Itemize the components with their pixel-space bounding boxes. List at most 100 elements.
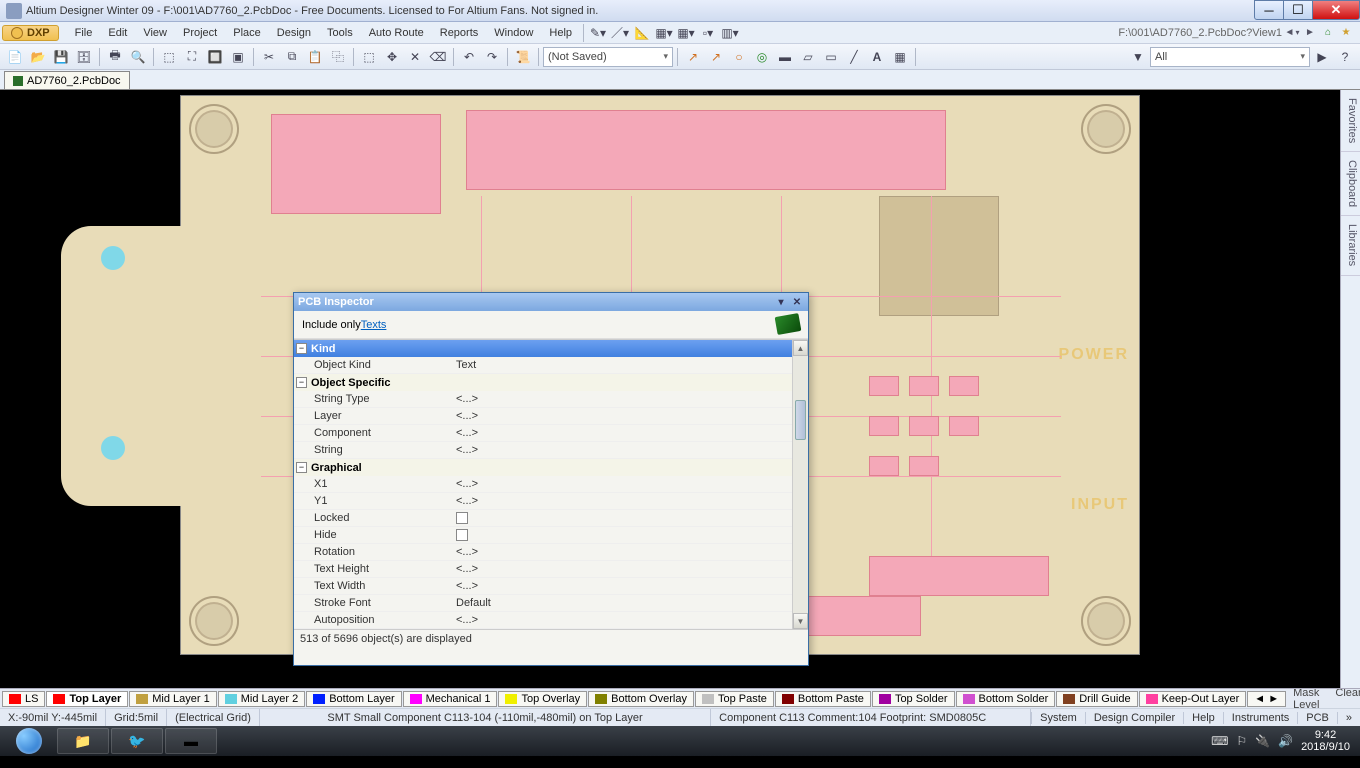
start-button[interactable] bbox=[2, 727, 56, 755]
filter-combo[interactable]: All bbox=[1150, 47, 1310, 67]
layer-tab[interactable]: Bottom Layer bbox=[306, 691, 401, 707]
panel-pcb[interactable]: PCB bbox=[1297, 712, 1337, 724]
menu-window[interactable]: Window bbox=[486, 25, 541, 41]
layer-tab[interactable]: Mid Layer 2 bbox=[218, 691, 305, 707]
toolbar-pencil-icon[interactable]: ✎▾ bbox=[587, 22, 609, 44]
scroll-down-icon[interactable]: ▼ bbox=[793, 613, 808, 629]
zoom-100-icon[interactable]: ▣ bbox=[227, 46, 249, 68]
window-close-button[interactable]: ✕ bbox=[1312, 0, 1360, 20]
menu-help[interactable]: Help bbox=[541, 25, 580, 41]
prop-row-rotation[interactable]: Rotation<...> bbox=[294, 544, 792, 561]
open-icon[interactable]: 📂 bbox=[27, 46, 49, 68]
zoom-sel-icon[interactable]: 🔲 bbox=[204, 46, 226, 68]
inspector-close-icon[interactable]: ✕ bbox=[790, 295, 804, 309]
prop-row-autoposition[interactable]: Autoposition<...> bbox=[294, 612, 792, 629]
layer-tab[interactable]: Bottom Overlay bbox=[588, 691, 694, 707]
route2-icon[interactable]: ↗ bbox=[705, 46, 727, 68]
prop-row-hide[interactable]: Hide bbox=[294, 527, 792, 544]
prop-row-component[interactable]: Component<...> bbox=[294, 425, 792, 442]
tray-clock[interactable]: 9:42 2018/9/10 bbox=[1301, 729, 1350, 753]
cut-icon[interactable]: ✂ bbox=[258, 46, 280, 68]
taskbar-item-altium[interactable]: ▬ bbox=[165, 728, 217, 754]
saveall-icon[interactable]: 🗄 bbox=[73, 46, 95, 68]
preview-icon[interactable]: 🔍 bbox=[127, 46, 149, 68]
tray-volume-icon[interactable]: 🔊 bbox=[1278, 734, 1293, 748]
layer-tab[interactable]: Top Overlay bbox=[498, 691, 587, 707]
save-icon[interactable]: 💾 bbox=[50, 46, 72, 68]
comp-icon[interactable]: ▦ bbox=[889, 46, 911, 68]
sidetab-clipboard[interactable]: Clipboard bbox=[1341, 152, 1360, 216]
nav-fav-icon[interactable]: ★ bbox=[1338, 25, 1354, 41]
tray-flag-icon[interactable]: ⚐ bbox=[1236, 734, 1247, 748]
duplicate-icon[interactable]: ⿻ bbox=[327, 46, 349, 68]
print-icon[interactable]: 🖶 bbox=[104, 46, 126, 68]
inspector-include-link[interactable]: Texts bbox=[361, 319, 387, 331]
filter-help-icon[interactable]: ? bbox=[1334, 46, 1356, 68]
collapse-icon[interactable]: − bbox=[296, 343, 307, 354]
panel-instruments[interactable]: Instruments bbox=[1223, 712, 1297, 724]
sidetab-libraries[interactable]: Libraries bbox=[1341, 216, 1360, 275]
layer-tab[interactable]: Bottom Paste bbox=[775, 691, 871, 707]
new-doc-icon[interactable]: 📄 bbox=[4, 46, 26, 68]
toolbar-line-icon[interactable]: ／▾ bbox=[609, 22, 631, 44]
move-icon[interactable]: ✥ bbox=[381, 46, 403, 68]
panel-design-compiler[interactable]: Design Compiler bbox=[1085, 712, 1183, 724]
panel-system[interactable]: System bbox=[1031, 712, 1085, 724]
collapse-icon[interactable]: − bbox=[296, 462, 307, 473]
layer-tab[interactable]: Mid Layer 1 bbox=[129, 691, 216, 707]
filter-apply-icon[interactable]: ▶ bbox=[1311, 46, 1333, 68]
tray-network-icon[interactable]: 🔌 bbox=[1255, 734, 1270, 748]
menu-tools[interactable]: Tools bbox=[319, 25, 361, 41]
filter-funnel-icon[interactable]: ▼ bbox=[1127, 46, 1149, 68]
region-icon[interactable]: ▭ bbox=[820, 46, 842, 68]
toolbar-grid-icon[interactable]: ▦▾ bbox=[675, 22, 697, 44]
prop-row-string-type[interactable]: String Type<...> bbox=[294, 391, 792, 408]
menu-file[interactable]: File bbox=[67, 25, 101, 41]
checkbox[interactable] bbox=[456, 512, 468, 524]
paste-icon[interactable]: 📋 bbox=[304, 46, 326, 68]
menu-design[interactable]: Design bbox=[269, 25, 319, 41]
sidetab-favorites[interactable]: Favorites bbox=[1341, 90, 1360, 152]
snapshot-combo[interactable]: (Not Saved) bbox=[543, 47, 673, 67]
layer-nav[interactable]: ◄ ► bbox=[1247, 691, 1286, 707]
nav-home-icon[interactable]: ⌂ bbox=[1320, 25, 1336, 41]
layer-tab[interactable]: Drill Guide bbox=[1056, 691, 1137, 707]
poly-icon[interactable]: ▱ bbox=[797, 46, 819, 68]
menu-edit[interactable]: Edit bbox=[100, 25, 135, 41]
deselect-icon[interactable]: ✕ bbox=[404, 46, 426, 68]
redo-icon[interactable]: ↷ bbox=[481, 46, 503, 68]
pcb-canvas[interactable]: POWER INPUT bbox=[0, 90, 1340, 688]
scroll-thumb[interactable] bbox=[795, 400, 806, 440]
prop-row-object-kind[interactable]: Object KindText bbox=[294, 357, 792, 374]
category-graphical[interactable]: −Graphical bbox=[294, 459, 792, 476]
route-icon[interactable]: ↗ bbox=[682, 46, 704, 68]
layer-tab[interactable]: Bottom Solder bbox=[956, 691, 1056, 707]
prop-row-layer[interactable]: Layer<...> bbox=[294, 408, 792, 425]
document-tab[interactable]: AD7760_2.PcbDoc bbox=[4, 71, 130, 89]
scroll-up-icon[interactable]: ▲ bbox=[793, 340, 808, 356]
nav-forward-button[interactable]: ► bbox=[1302, 25, 1318, 41]
layer-tab[interactable]: Mechanical 1 bbox=[403, 691, 498, 707]
nav-back-button[interactable]: ◄ bbox=[1284, 25, 1300, 41]
prop-row-text-width[interactable]: Text Width<...> bbox=[294, 578, 792, 595]
taskbar-item-app1[interactable]: 🐦 bbox=[111, 728, 163, 754]
prop-row-stroke-font[interactable]: Stroke FontDefault bbox=[294, 595, 792, 612]
taskbar-item-explorer[interactable]: 📁 bbox=[57, 728, 109, 754]
text-icon[interactable]: A bbox=[866, 46, 888, 68]
prop-row-x1[interactable]: X1<...> bbox=[294, 476, 792, 493]
layer-tab[interactable]: Top Layer bbox=[46, 691, 128, 707]
select-icon[interactable]: ⬚ bbox=[358, 46, 380, 68]
copy-icon[interactable]: ⧉ bbox=[281, 46, 303, 68]
menu-autoroute[interactable]: Auto Route bbox=[361, 25, 432, 41]
zoom-area-icon[interactable]: ⬚ bbox=[158, 46, 180, 68]
menu-view[interactable]: View bbox=[135, 25, 175, 41]
prop-row-text-height[interactable]: Text Height<...> bbox=[294, 561, 792, 578]
inspector-titlebar[interactable]: PCB Inspector ▾ ✕ bbox=[294, 293, 808, 311]
clear-icon[interactable]: ⌫ bbox=[427, 46, 449, 68]
category-kind[interactable]: −Kind bbox=[294, 340, 792, 357]
toolbar-layer-icon[interactable]: ▥▾ bbox=[719, 22, 741, 44]
prop-row-locked[interactable]: Locked bbox=[294, 510, 792, 527]
category-object-specific[interactable]: −Object Specific bbox=[294, 374, 792, 391]
tray-keyboard-icon[interactable]: ⌨ bbox=[1211, 734, 1228, 748]
inspector-scrollbar[interactable]: ▲ ▼ bbox=[792, 340, 808, 629]
